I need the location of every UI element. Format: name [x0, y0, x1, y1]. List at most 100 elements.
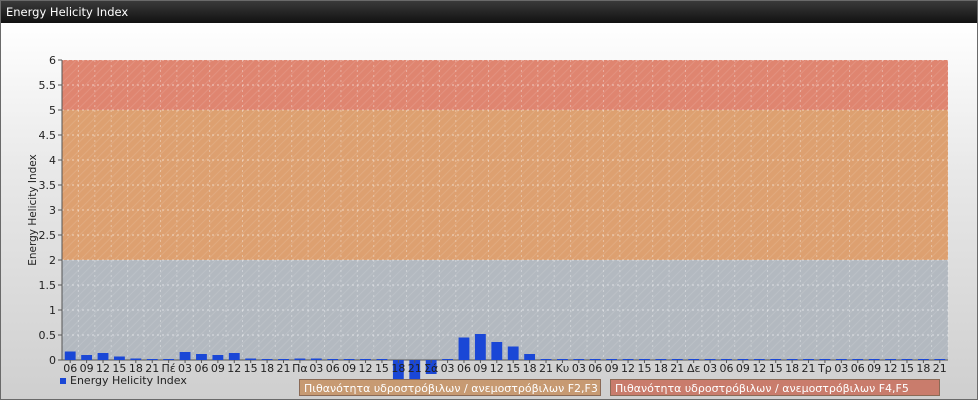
bar-9 [212, 355, 224, 360]
bar-3 [114, 356, 125, 360]
x-tick-label: 09 [736, 362, 750, 375]
x-tick-label: 06 [457, 362, 471, 375]
bar-32 [589, 359, 601, 360]
bar-12 [261, 359, 273, 360]
bar-40 [721, 359, 732, 360]
y-tick-label: 5 [49, 104, 56, 117]
x-tick-label: 15 [244, 362, 258, 375]
x-tick-label: 03 [703, 362, 717, 375]
band-label-f2f3: Πιθανότητα υδροστρόβιλων / ανεμοστρόβιλω… [299, 379, 601, 396]
x-tick-label: 15 [900, 362, 914, 375]
x-tick-label: 18 [785, 362, 799, 375]
bar-37 [671, 359, 683, 360]
x-tick-label: 12 [884, 362, 898, 375]
bar-19 [376, 359, 388, 360]
x-tick-label: 21 [539, 362, 553, 375]
band-label-f4f5: Πιθανότητα υδροστρόβιλων / ανεμοστρόβιλω… [610, 379, 940, 396]
x-tick-label: Πα [292, 362, 308, 375]
x-tick-label: 12 [227, 362, 241, 375]
bar-26 [491, 342, 503, 360]
bar-45 [803, 359, 814, 360]
bar-33 [606, 359, 618, 360]
bar-53 [934, 359, 946, 360]
x-tick-label: Δε [687, 362, 701, 375]
x-tick-label: Τρ [817, 362, 832, 375]
x-tick-label: 21 [408, 362, 422, 375]
x-tick-label: 09 [473, 362, 487, 375]
y-tick-label: 5.5 [39, 79, 57, 92]
legend: Energy Helicity Index [60, 374, 187, 387]
bar-31 [573, 359, 585, 360]
ehi-chart: 00.511.522.533.544.555.56 06 09 12 15 18 21 Πέ… [27, 54, 949, 383]
bar-52 [917, 359, 929, 360]
bar-5 [146, 359, 158, 360]
x-tick-label: 21 [670, 362, 684, 375]
bar-14 [294, 358, 306, 360]
x-tick-label: 18 [260, 362, 274, 375]
x-tick-label: 18 [916, 362, 930, 375]
x-tick-label: 09 [867, 362, 881, 375]
bar-29 [540, 359, 552, 360]
x-tick-label: 03 [572, 362, 586, 375]
bar-27 [507, 346, 519, 360]
y-tick-label: 3.5 [39, 179, 57, 192]
bar-50 [885, 359, 896, 360]
bar-28 [524, 354, 536, 360]
y-tick-label: 6 [49, 54, 56, 67]
y-tick-label: 0.5 [39, 329, 57, 342]
bar-51 [901, 359, 913, 360]
bar-7 [179, 352, 191, 360]
bar-30 [557, 359, 568, 360]
bar-6 [163, 359, 175, 360]
bar-4 [130, 358, 142, 360]
x-tick-label: 06 [720, 362, 734, 375]
bar-0 [64, 351, 76, 360]
bar-2 [97, 353, 109, 360]
y-tick-label: 0 [49, 354, 56, 367]
x-tick-label: 18 [523, 362, 537, 375]
legend-swatch [60, 377, 66, 384]
bar-47 [835, 359, 847, 360]
x-tick-label: 06 [326, 362, 340, 375]
bar-23 [442, 359, 453, 360]
bar-36 [655, 359, 667, 360]
x-tick-label: 12 [752, 362, 766, 375]
bar-15 [310, 358, 322, 360]
x-tick-label: 21 [933, 362, 947, 375]
bar-25 [474, 334, 486, 360]
bar-44 [786, 359, 798, 360]
bar-38 [688, 359, 700, 360]
x-tick-label: 03 [441, 362, 455, 375]
y-axis-label: Energy Helicity Index [27, 154, 39, 266]
x-tick-label: 18 [391, 362, 405, 375]
y-tick-label: 2.5 [39, 229, 57, 242]
x-tick-label: 09 [605, 362, 619, 375]
bar-1 [81, 355, 93, 360]
x-tick-label: 15 [637, 362, 651, 375]
y-tick-label: 4.5 [39, 129, 57, 142]
bar-11 [245, 358, 257, 360]
bar-24 [458, 337, 470, 360]
x-tick-label: 06 [588, 362, 602, 375]
x-tick-label: Κυ [556, 362, 570, 375]
y-tick-label: 2 [49, 254, 56, 267]
x-tick-label: 03 [309, 362, 323, 375]
x-tick-label: 03 [834, 362, 848, 375]
x-tick-label: Σά [424, 362, 438, 375]
legend-label: Energy Helicity Index [70, 374, 187, 387]
bar-18 [360, 359, 371, 360]
bar-46 [819, 359, 831, 360]
x-tick-label: 09 [211, 362, 225, 375]
y-tick-label: 4 [49, 154, 56, 167]
x-tick-label: 06 [851, 362, 865, 375]
bar-39 [704, 359, 716, 360]
x-tick-label: 15 [506, 362, 520, 375]
bar-42 [753, 359, 765, 360]
bar-10 [228, 353, 240, 360]
bar-16 [327, 359, 339, 360]
y-tick-label: 1.5 [39, 279, 57, 292]
bar-41 [737, 359, 749, 360]
bar-17 [343, 359, 355, 360]
x-tick-label: 09 [342, 362, 356, 375]
x-tick-label: 15 [769, 362, 783, 375]
